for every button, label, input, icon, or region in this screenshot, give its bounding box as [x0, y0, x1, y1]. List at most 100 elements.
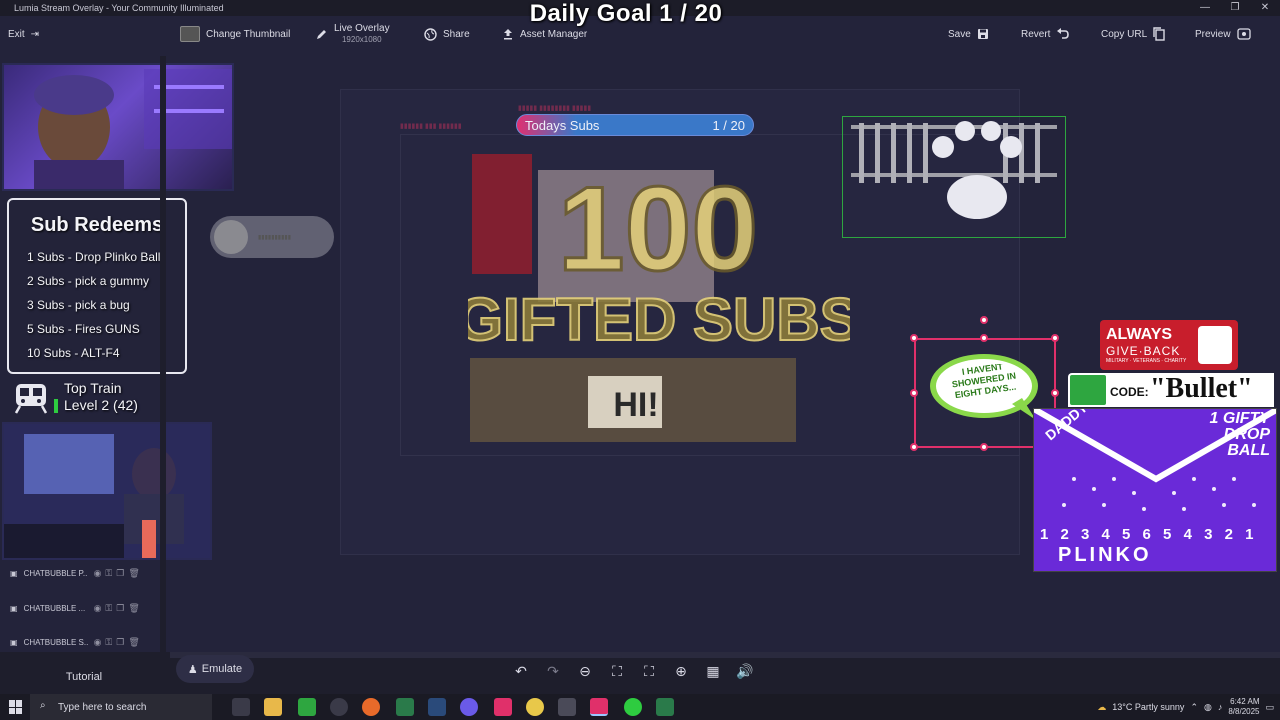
visibility-icon[interactable]: ◉ [94, 603, 102, 614]
revert-button[interactable]: Revert [1021, 16, 1070, 52]
copy-url-button[interactable]: Copy URL [1101, 16, 1165, 52]
resize-handle[interactable] [980, 334, 988, 342]
layer-name: CHATBUBBLE S... [23, 637, 88, 647]
resize-handle[interactable] [910, 443, 918, 451]
ghost-label: ▮▮▮▮▮▮ ▮▮▮ ▮▮▮▮▮▮ [400, 123, 462, 130]
resize-handle[interactable] [1051, 334, 1059, 342]
globe-icon [424, 27, 437, 41]
task-view-icon[interactable] [232, 698, 250, 716]
notepad-icon[interactable] [656, 698, 674, 716]
windows-start-icon[interactable] [9, 700, 23, 714]
redo-icon[interactable]: ↷ [542, 658, 564, 684]
trash-icon[interactable]: 🗑 [128, 637, 139, 648]
duplicate-icon[interactable]: ❐ [116, 568, 124, 579]
firefox-icon[interactable] [362, 698, 380, 716]
discord-icon[interactable] [460, 698, 478, 716]
copy-icon [1153, 27, 1165, 41]
system-tray: ☁ 13°C Partly sunny ⌃ ◍ ♪ 6:42 AM 8/8/20… [1097, 694, 1274, 720]
visibility-icon[interactable]: ◉ [94, 568, 102, 579]
weather-text[interactable]: 13°C Partly sunny [1112, 702, 1184, 712]
duplicate-icon[interactable]: ❐ [116, 603, 124, 614]
todays-subs-value: 1 / 20 [712, 117, 745, 133]
share-button[interactable]: Share [424, 16, 470, 52]
gifted-subs-alert[interactable]: 100 GIFTED SUBS HI! [455, 148, 861, 444]
excel-icon[interactable] [396, 698, 414, 716]
layer-row[interactable]: ▣ CHATBUBBLE S... ◉ ⚿ ❐ 🗑 [10, 632, 160, 652]
chat-bubble-preview[interactable]: ▮▮▮▮▮▮▮▮▮▮ [210, 216, 334, 258]
plinko-board[interactable]: DADDY DRAGON 1 GIFTY DROP BALL 1 2 3 4 5… [1033, 408, 1277, 572]
layer-row[interactable]: ▣ CHATBUBBLE ... ◉ ⚿ ❐ 🗑 [10, 598, 160, 618]
windows-taskbar: ⌕ Type here to search ☁ 13°C Partly sunn… [0, 694, 1280, 720]
exit-button[interactable]: Exit ⇥ [8, 16, 39, 52]
change-thumbnail-label: Change Thumbnail [206, 28, 291, 40]
steam-icon[interactable] [428, 698, 446, 716]
trash-icon[interactable]: 🗑 [128, 568, 139, 579]
resize-handle[interactable] [980, 443, 988, 451]
zoom-out-icon[interactable]: ⊖ [574, 658, 596, 684]
search-placeholder: Type here to search [58, 701, 147, 713]
zoom-in-icon[interactable]: ⊕ [670, 658, 692, 684]
visibility-icon[interactable]: ◉ [94, 637, 102, 648]
obs-icon[interactable] [330, 698, 348, 716]
duplicate-icon[interactable]: ❐ [116, 637, 124, 648]
fit-screen-icon[interactable]: ⛶ [606, 658, 628, 684]
app-icon[interactable] [558, 698, 576, 716]
save-button[interactable]: Save [948, 16, 989, 52]
restore-button[interactable]: ❐ [1220, 0, 1250, 16]
network-icon[interactable]: ◍ [1204, 702, 1212, 713]
live-overlay-button[interactable]: Live Overlay 1920x1080 [316, 16, 390, 52]
preview-button[interactable]: Preview [1195, 16, 1251, 52]
webcam-desk[interactable] [2, 422, 212, 560]
lock-icon[interactable]: ⚿ [105, 603, 112, 614]
lumia-icon[interactable] [494, 698, 512, 716]
fullscreen-icon[interactable]: ⛶ [638, 658, 660, 684]
canvas-tools: ↶ ↷ ⊖ ⛶ ⛶ ⊕ ▦ 🔊 [510, 658, 756, 684]
change-thumbnail-button[interactable]: Change Thumbnail [180, 16, 290, 52]
rotate-handle[interactable] [980, 316, 988, 324]
lumia-active-icon[interactable] [590, 698, 608, 716]
resize-handle[interactable] [910, 389, 918, 397]
code-banner[interactable]: CODE: "Bullet" [1068, 373, 1274, 407]
top-train-level: Level 2 (42) [64, 397, 138, 413]
notifications-icon[interactable]: ▭ [1265, 702, 1274, 713]
top-train-label: Top Train [64, 380, 122, 396]
thumbnail-icon [180, 26, 200, 42]
sponsor-logo-icon [1070, 375, 1106, 405]
exit-icon: ⇥ [30, 28, 40, 40]
lock-icon[interactable]: ⚿ [105, 637, 112, 648]
weather-icon: ☁ [1097, 701, 1107, 712]
clock-date: 8/8/2025 [1228, 707, 1260, 716]
avatar [214, 220, 248, 254]
paw-fence-widget[interactable] [842, 116, 1066, 238]
volume-icon[interactable]: 🔊 [734, 658, 756, 684]
top-train-widget[interactable]: Top Train Level 2 (42) [14, 380, 184, 420]
taskbar-search[interactable]: ⌕ Type here to search [30, 694, 212, 720]
sub-redeem-item: 10 Subs - ALT-F4 [27, 346, 120, 360]
minimize-button[interactable]: — [1190, 0, 1220, 16]
clock-time: 6:42 AM [1230, 697, 1260, 706]
resize-handle[interactable] [910, 334, 918, 342]
lock-icon[interactable]: ⚿ [105, 568, 112, 579]
spotify-icon[interactable] [624, 698, 642, 716]
volume-tray-icon[interactable]: ♪ [1218, 702, 1223, 712]
always-give-back-logo[interactable]: ALWAYS GIVE·BACK MILITARY · VETERANS · C… [1100, 320, 1238, 370]
undo-icon[interactable]: ↶ [510, 658, 532, 684]
emulate-button[interactable]: ♟ Emulate [176, 655, 254, 683]
tutorial-button[interactable]: Tutorial [0, 660, 168, 694]
chevron-up-icon[interactable]: ⌃ [1190, 702, 1198, 713]
webcam-face[interactable] [2, 63, 234, 191]
xbox-icon[interactable] [298, 698, 316, 716]
grid-icon[interactable]: ▦ [702, 658, 724, 684]
close-button[interactable]: ✕ [1250, 0, 1280, 16]
chrome-icon[interactable] [526, 698, 544, 716]
code-value: "Bullet" [1150, 373, 1253, 404]
trash-icon[interactable]: 🗑 [128, 603, 139, 614]
layer-name: CHATBUBBLE P... [23, 568, 88, 578]
daily-goal-overlay: Daily Goal 1 / 20 [529, 0, 723, 27]
resize-handle[interactable] [1051, 389, 1059, 397]
sidebar-scrollbar[interactable] [160, 56, 166, 656]
todays-subs-goal-bar[interactable]: Todays Subs 1 / 20 [516, 114, 754, 136]
layer-row[interactable]: ▣ CHATBUBBLE P... ◉ ⚿ ❐ 🗑 [10, 563, 160, 583]
file-explorer-icon[interactable] [264, 698, 282, 716]
taskbar-clock[interactable]: 6:42 AM 8/8/2025 [1228, 697, 1259, 717]
